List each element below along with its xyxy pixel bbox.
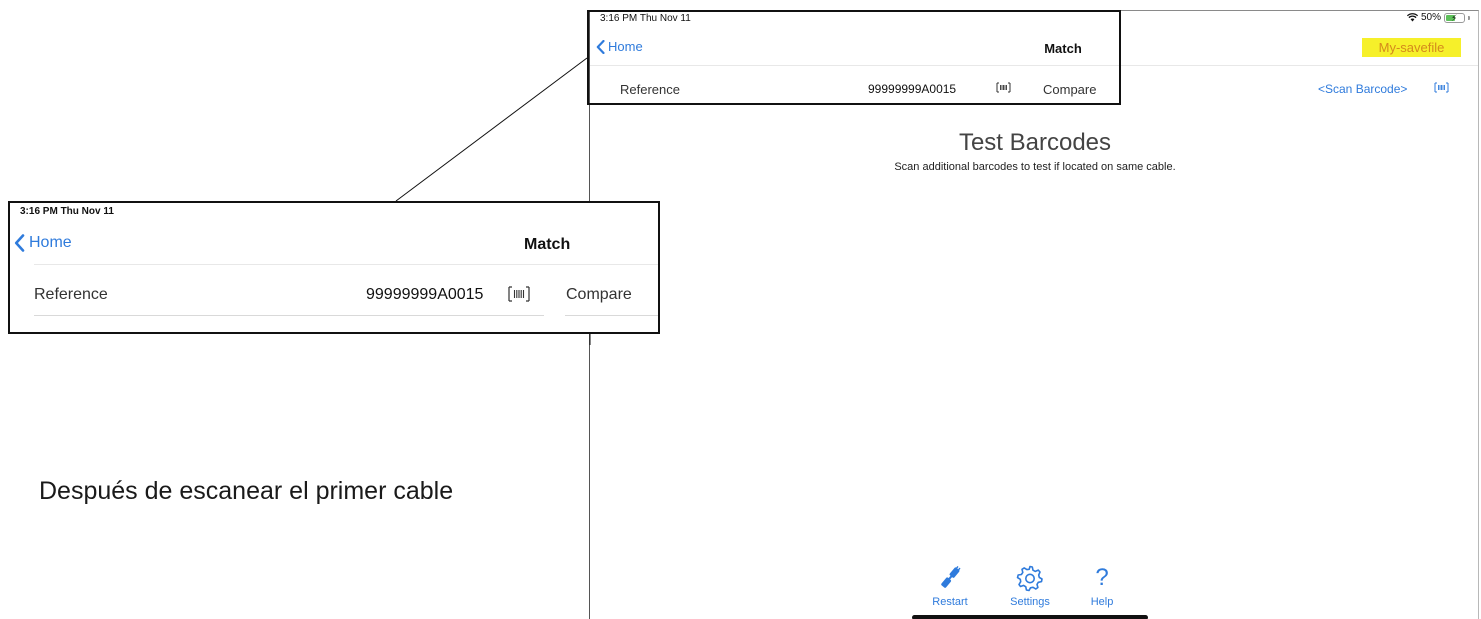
zoom-status-time: 3:16 PM Thu Nov 11 <box>20 206 114 217</box>
gear-icon <box>1016 565 1043 592</box>
annotation-caption: Después de escanear el primer cable <box>39 477 454 505</box>
battery-percent: 50% <box>1420 12 1441 23</box>
barcode-icon[interactable] <box>996 82 1011 93</box>
wifi-icon <box>1406 13 1418 22</box>
barcode-icon[interactable] <box>508 286 530 302</box>
ipad-screen: 3:16 PM Thu Nov 11 50% ⚡ Home Match My-s… <box>589 10 1479 619</box>
back-label: Home <box>608 39 643 54</box>
status-time: 3:16 PM Thu Nov 11 <box>600 13 691 24</box>
zoom-nav-divider <box>34 264 658 265</box>
zoom-reference-value: 99999999A0015 <box>366 286 484 303</box>
zoom-inset: 3:16 PM Thu Nov 11 Home Match Reference … <box>8 201 660 334</box>
back-button[interactable]: Home <box>596 39 643 54</box>
compare-field[interactable]: Compare <box>1043 82 1096 97</box>
zoom-back-button[interactable]: Home <box>14 234 72 252</box>
cable-plug-icon <box>941 565 961 588</box>
help-button[interactable]: ? Help <box>1082 564 1122 608</box>
barcode-icon[interactable] <box>1434 82 1449 93</box>
savefile-button[interactable]: My-savefile <box>1362 38 1461 57</box>
reference-label: Reference <box>620 82 680 97</box>
scan-barcode-link[interactable]: <Scan Barcode> <box>1318 82 1407 96</box>
status-indicators: 50% ⚡ <box>1406 12 1470 23</box>
zoom-reference-label: Reference <box>34 286 108 303</box>
chevron-left-icon <box>14 234 25 252</box>
restart-button[interactable]: Restart <box>926 564 974 608</box>
settings-label: Settings <box>1010 596 1050 608</box>
page-title: Match <box>1044 41 1082 56</box>
test-barcodes-heading: Test Barcodes <box>958 129 1112 156</box>
test-barcodes-description: Scan additional barcodes to test if loca… <box>894 161 1176 173</box>
zoom-compare-underline <box>565 315 658 316</box>
zoom-page-title: Match <box>524 236 571 253</box>
home-indicator <box>912 615 1148 619</box>
help-label: Help <box>1090 596 1114 608</box>
nav-divider <box>590 65 1478 66</box>
battery-charging-icon: ⚡ <box>1444 12 1465 23</box>
question-mark-icon: ? <box>1095 564 1109 591</box>
zoom-back-label: Home <box>29 234 72 251</box>
reference-value: 99999999A0015 <box>868 82 957 96</box>
zoom-row-divider <box>34 315 544 316</box>
zoom-compare-field[interactable]: Compare <box>566 286 632 304</box>
chevron-left-icon <box>596 39 605 54</box>
settings-button[interactable]: Settings <box>1000 564 1060 608</box>
restart-label: Restart <box>932 596 968 608</box>
